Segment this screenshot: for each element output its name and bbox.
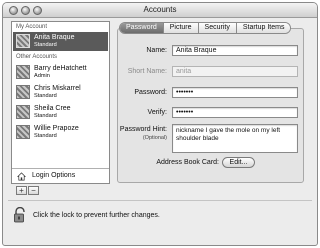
- window-title: Accounts: [143, 5, 177, 14]
- password-hint-optional: (Optional): [142, 135, 167, 141]
- tab-picture[interactable]: Picture: [162, 23, 198, 33]
- user-picture-icon: [16, 105, 30, 119]
- account-name: Barry deHatchett: [34, 65, 87, 72]
- address-book-label: Address Book Card:: [156, 159, 219, 166]
- title-bar: Accounts: [3, 3, 317, 18]
- name-label: Name:: [146, 47, 167, 54]
- user-picture-icon: [16, 34, 30, 48]
- account-item-barry-dehatchett[interactable]: Barry deHatchett Admin: [13, 63, 108, 82]
- account-item-anita-braque[interactable]: Anita Braque Standard: [13, 32, 108, 51]
- login-options-label: Login Options: [32, 172, 76, 179]
- account-item-willie-prapoze[interactable]: Willie Prapoze Standard: [13, 123, 108, 142]
- lock-message: Click the lock to prevent further change…: [33, 212, 160, 219]
- user-picture-icon: [16, 85, 30, 99]
- user-picture-icon: [16, 65, 30, 79]
- tab-bar: Password Picture Security Startup Items: [119, 22, 292, 34]
- account-item-chris-miskarrel[interactable]: Chris Miskarrel Standard: [13, 83, 108, 102]
- account-role: Standard: [34, 93, 57, 99]
- account-role: Admin: [34, 73, 50, 79]
- account-name: Sheila Cree: [34, 105, 71, 112]
- account-name: Chris Miskarrel: [34, 85, 81, 92]
- password-field[interactable]: •••••••: [172, 87, 298, 98]
- account-role: Standard: [34, 133, 57, 139]
- account-name: Anita Braque: [34, 34, 75, 41]
- password-label: Password:: [134, 89, 167, 96]
- other-accounts-header: Other Accounts: [16, 54, 58, 60]
- verify-label: Verify:: [147, 109, 167, 116]
- tab-startup-items[interactable]: Startup Items: [235, 23, 291, 33]
- accounts-list[interactable]: My Account Anita Braque Standard Other A…: [11, 21, 110, 184]
- account-role: Standard: [34, 42, 57, 48]
- lock-icon[interactable]: [13, 207, 27, 223]
- account-role: Standard: [34, 113, 57, 119]
- my-account-header: My Account: [16, 24, 48, 30]
- password-hint-field[interactable]: nickname I gave the mole on my left shou…: [172, 124, 298, 153]
- password-hint-label: Password Hint:: [119, 126, 167, 133]
- verify-field[interactable]: •••••••: [172, 107, 298, 118]
- short-name-label: Short Name:: [127, 68, 167, 75]
- divider: [8, 200, 312, 201]
- name-field[interactable]: Anita Braque: [172, 45, 298, 56]
- login-options-item[interactable]: Login Options: [12, 168, 109, 183]
- house-icon: [17, 172, 26, 181]
- account-item-sheila-cree[interactable]: Sheila Cree Standard: [13, 103, 108, 122]
- edit-address-card-button[interactable]: Edit...: [222, 157, 255, 168]
- tab-security[interactable]: Security: [197, 23, 236, 33]
- short-name-field: anita: [172, 66, 298, 77]
- remove-account-button[interactable]: −: [28, 186, 39, 195]
- add-account-button[interactable]: +: [16, 186, 27, 195]
- tab-password[interactable]: Password: [120, 23, 163, 33]
- account-name: Willie Prapoze: [34, 125, 79, 132]
- user-picture-icon: [16, 125, 30, 139]
